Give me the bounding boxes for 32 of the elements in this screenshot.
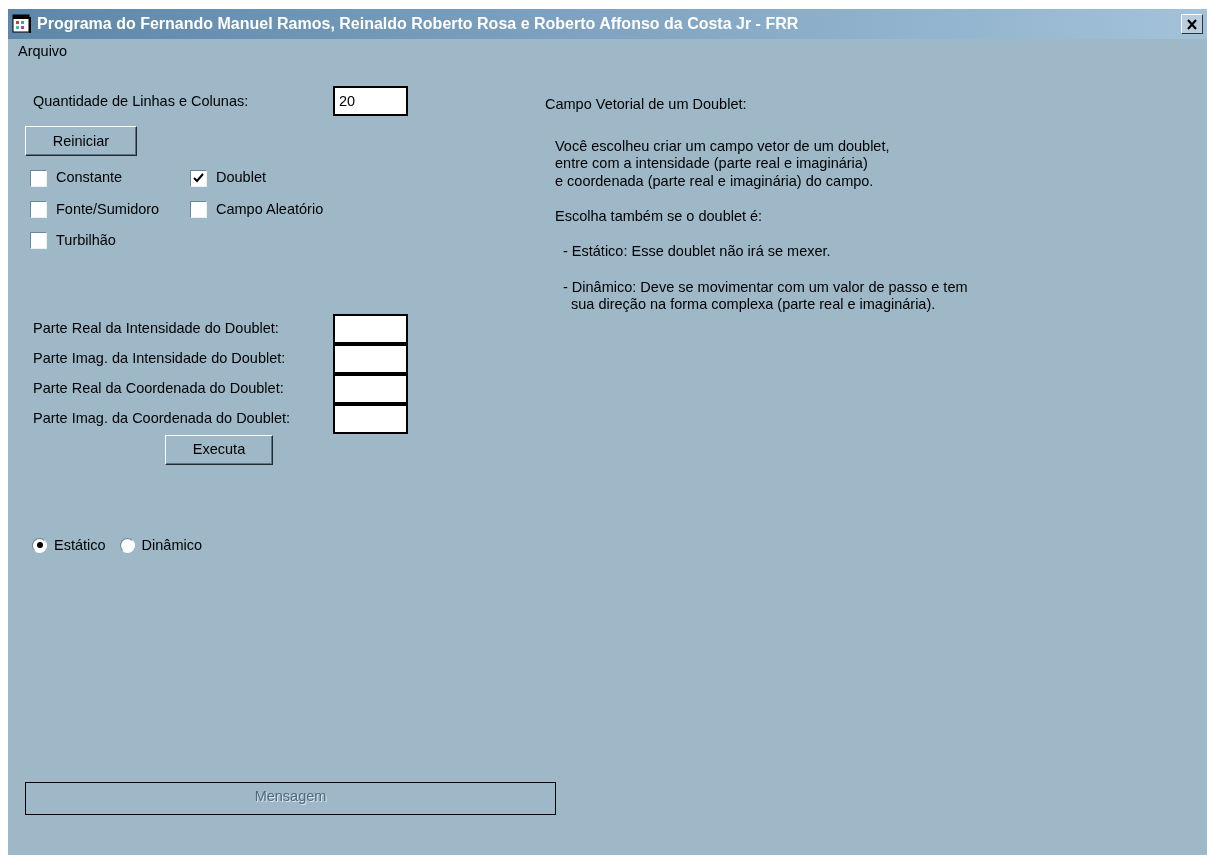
input-field[interactable] [333,403,408,434]
help-bullet: - Estático: Esse doublet não irá se mexer. [563,243,832,261]
field-label: Parte Imag. da Coordenada do Doublet: [33,409,292,428]
option-checkbox[interactable]: Turbilhão [30,232,190,250]
mode-radio[interactable]: Dinâmico [119,536,203,554]
input-field[interactable] [333,343,408,374]
execute-button[interactable]: Executa [165,434,273,465]
mode-radio[interactable]: Estático [32,536,106,554]
field-label: Parte Real da Coordenada do Doublet: [33,379,285,398]
input-field[interactable] [333,313,408,344]
input-field[interactable] [333,373,408,404]
option-checkbox[interactable]: Campo Aleatório [190,200,390,219]
reset-button[interactable]: Reiniciar [25,126,137,157]
option-checkbox[interactable]: Doublet [190,169,390,187]
field-label: Parte Real da Intensidade do Doublet: [33,319,280,338]
radio-dot-icon [36,542,43,549]
field-label: Parte Imag. da Intensidade do Doublet: [33,349,287,368]
option-checkbox[interactable]: Constante [30,169,190,187]
help-paragraph: Você escolheu criar um campo vetor de um doublet, entre com a intensidade (parte real e imaginária) e coordenada (parte real e imaginária) do campo. [555,137,891,190]
help-bullet: - Dinâmico: Deve se movimentar com um valor de passo e tem sua direção na forma complexa (parte real e imaginária). [563,278,968,314]
grid-size-label: Quantidade de Linhas e Colunas: [33,92,250,111]
message-text: Mensagem [254,787,327,806]
option-checkbox[interactable]: Fonte/Sumidoro [30,200,190,219]
close-button[interactable] [1181,14,1203,34]
window-title: Programa do Fernando Manuel Ramos, Reinaldo Roberto Rosa e Roberto Affonso da Costa Jr - FRR [37,14,799,34]
help-paragraph: Escolha também se o doublet é: [555,207,764,226]
close-icon [1186,18,1198,30]
app-window-icon [12,14,32,34]
checkmark-icon [193,173,204,184]
menu-item[interactable]: Arquivo [8,39,78,65]
grid-size-field[interactable]: 20 [333,86,408,117]
help-title: Campo Vetorial de um Doublet: [545,96,748,114]
